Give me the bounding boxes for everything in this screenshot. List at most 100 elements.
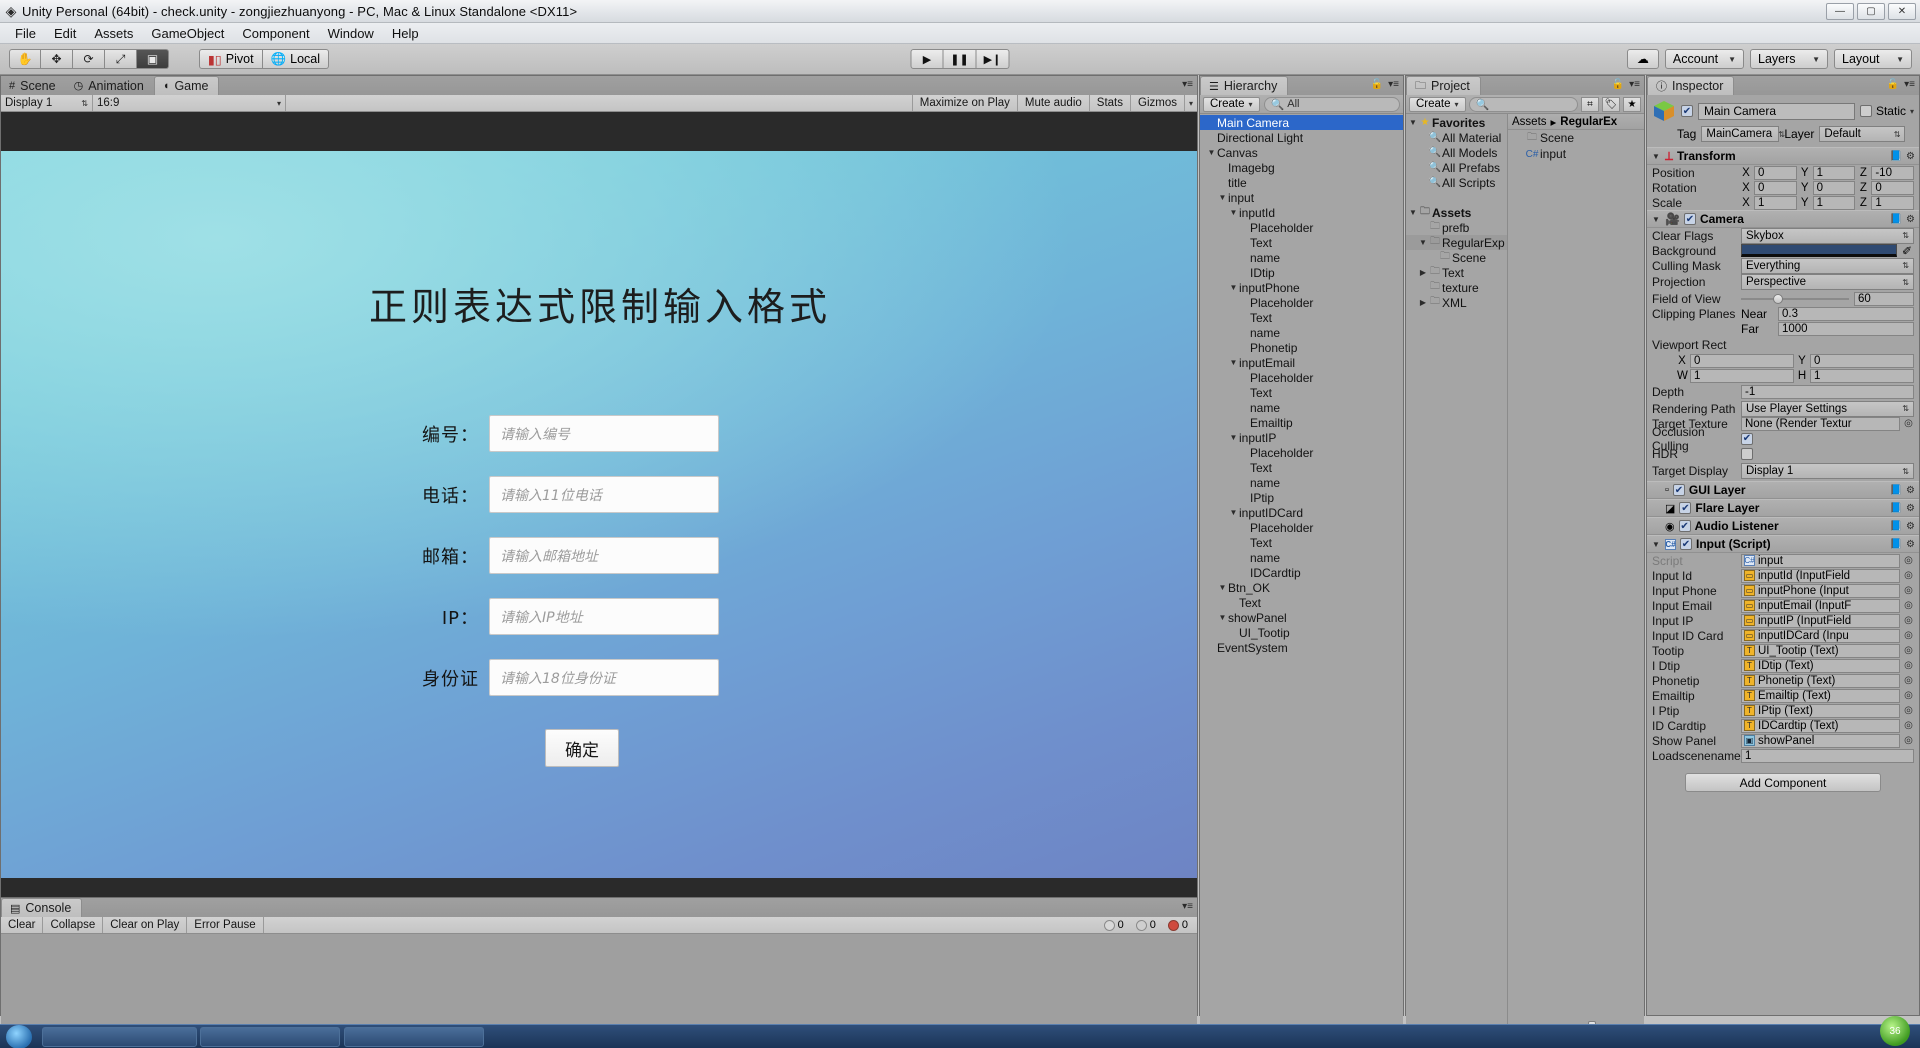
object-picker-icon[interactable]: ◎ <box>1903 418 1914 429</box>
panel-menu-icon[interactable]: ▾≡ <box>1904 79 1915 90</box>
project-tree-item[interactable]: ▼ ★ Favorites <box>1406 115 1507 130</box>
transform-x-field[interactable]: 0 <box>1754 165 1797 180</box>
gear-icon[interactable]: ⚙ <box>1906 214 1915 225</box>
hierarchy-item[interactable]: Placeholder <box>1200 370 1403 385</box>
script-property-value[interactable]: ▭ inputId (InputField <box>1741 568 1900 583</box>
gear-icon[interactable]: ⚙ <box>1906 539 1915 550</box>
local-mode-button[interactable]: 🌐 Local <box>262 49 330 69</box>
hierarchy-tree[interactable]: Main Camera Directional Light ▼ Canvas Image… <box>1200 114 1403 1034</box>
transform-x-field[interactable]: 0 <box>1754 180 1797 195</box>
component-header-actions[interactable]: 📘 ⚙ <box>1890 214 1915 225</box>
hierarchy-item[interactable]: Text <box>1200 235 1403 250</box>
hierarchy-item[interactable]: Placeholder <box>1200 220 1403 235</box>
transform-y-field[interactable]: 1 <box>1812 195 1856 210</box>
clear-flags-dropdown[interactable]: Skybox ⇅ <box>1741 227 1914 244</box>
occlusion-culling-checkbox[interactable]: ✔ <box>1741 432 1753 445</box>
component-header-actions[interactable]: 📘 ⚙ <box>1890 503 1915 514</box>
tab-game[interactable]: ◖ Game <box>153 76 220 95</box>
hierarchy-item[interactable]: Emailtip <box>1200 415 1403 430</box>
viewport-w-field[interactable]: 1 <box>1690 368 1794 383</box>
foldout-arrow-icon[interactable]: ▼ <box>1228 508 1239 517</box>
foldout-arrow-icon[interactable]: ▼ <box>1228 358 1239 367</box>
camera-enabled-checkbox[interactable]: ✔ <box>1683 213 1696 225</box>
project-tree-item[interactable]: 🔍 All Models <box>1406 145 1507 160</box>
component-header-actions[interactable]: 📘 ⚙ <box>1890 151 1915 162</box>
viewport-y-field[interactable]: 0 <box>1810 353 1914 368</box>
hierarchy-item[interactable]: ▼ inputIP <box>1200 430 1403 445</box>
foldout-arrow-icon[interactable]: ▼ <box>1206 148 1217 157</box>
hierarchy-item[interactable]: ▼ Btn_OK <box>1200 580 1403 595</box>
gear-icon[interactable]: ⚙ <box>1906 151 1915 162</box>
hierarchy-item[interactable]: UI_Tootip <box>1200 625 1403 640</box>
hierarchy-item[interactable]: Placeholder <box>1200 445 1403 460</box>
script-property-value[interactable]: ▣ showPanel <box>1741 733 1900 748</box>
object-picker-icon[interactable]: ◎ <box>1903 675 1914 686</box>
display-dropdown[interactable]: Display 1 ⇅ <box>1 95 93 111</box>
hierarchy-item[interactable]: ▼ inputIDCard <box>1200 505 1403 520</box>
fov-slider-knob[interactable] <box>1773 293 1784 304</box>
object-enabled-checkbox[interactable]: ✔ <box>1681 105 1693 117</box>
help-icon[interactable]: 📘 <box>1890 521 1902 532</box>
cloud-button[interactable]: ☁ <box>1626 49 1659 69</box>
foldout-arrow-icon[interactable]: ▼ <box>1418 238 1428 247</box>
play-button[interactable]: ▶ <box>910 49 944 69</box>
menu-item-window[interactable]: Window <box>319 24 383 43</box>
project-tree-item[interactable]: ▼ 🗀 Assets <box>1406 205 1507 220</box>
chevron-down-icon[interactable]: ▾ <box>1910 107 1914 116</box>
component-enabled-checkbox[interactable]: ✔ <box>1672 484 1685 496</box>
script-property-value[interactable]: T Emailtip (Text) <box>1741 688 1900 703</box>
game-panel-menu[interactable]: ▾≡ <box>1182 79 1193 90</box>
project-create-button[interactable]: Create ▾ <box>1409 96 1466 112</box>
tag-dropdown[interactable]: MainCamera ⇅ <box>1701 126 1785 142</box>
project-tree-item[interactable]: ▶ 🗀 XML <box>1406 295 1507 310</box>
foldout-arrow-icon[interactable]: ▼ <box>1408 208 1418 217</box>
error-count[interactable]: 0 <box>1163 919 1193 931</box>
project-tree-item[interactable]: ▼ 🗀 RegularExp <box>1406 235 1507 250</box>
hierarchy-item[interactable]: Directional Light <box>1200 130 1403 145</box>
foldout-arrow-icon[interactable]: ▼ <box>1228 208 1239 217</box>
hierarchy-item[interactable]: Text <box>1200 385 1403 400</box>
depth-value-field[interactable]: -1 <box>1741 385 1914 399</box>
aspect-dropdown[interactable]: 16:9 ▾ <box>93 95 286 111</box>
help-icon[interactable]: 📘 <box>1890 214 1902 225</box>
hierarchy-item[interactable]: Text <box>1200 595 1403 610</box>
project-panel-menu[interactable]: 🔓 ▾≡ <box>1612 79 1640 90</box>
transform-z-field[interactable]: -10 <box>1871 165 1915 180</box>
tab-scene[interactable]: # Scene <box>1 76 66 95</box>
foldout-arrow-icon[interactable]: ▼ <box>1217 193 1228 202</box>
layer-dropdown[interactable]: Default ⇅ <box>1819 126 1906 142</box>
foldout-arrow-icon[interactable]: ▼ <box>1651 215 1661 224</box>
transform-x-field[interactable]: 1 <box>1754 195 1797 210</box>
hierarchy-item[interactable]: title <box>1200 175 1403 190</box>
fov-slider[interactable]: 60 <box>1741 291 1914 306</box>
script-property-value[interactable]: T IDtip (Text) <box>1741 658 1900 673</box>
script-property-value[interactable]: ▭ inputPhone (Input <box>1741 583 1900 598</box>
script-enabled-checkbox[interactable]: ✔ <box>1680 538 1692 550</box>
maximize-on-play-button[interactable]: Maximize on Play <box>911 95 1017 111</box>
project-search-input[interactable]: 🔍 <box>1468 96 1578 112</box>
close-button[interactable]: ✕ <box>1888 3 1916 20</box>
hierarchy-item[interactable]: Placeholder <box>1200 520 1403 535</box>
script-property-value[interactable]: T IPtip (Text) <box>1741 703 1900 718</box>
hierarchy-item[interactable]: ▼ inputEmail <box>1200 355 1403 370</box>
component-header-actions[interactable]: 📘 ⚙ <box>1890 539 1915 550</box>
panel-menu-icon[interactable]: ▾≡ <box>1182 901 1193 912</box>
transform-y-field[interactable]: 1 <box>1812 165 1856 180</box>
target-texture-field[interactable]: None (Render Textur <box>1741 416 1900 431</box>
pivot-mode-button[interactable]: ▮▯ Pivot <box>199 49 263 69</box>
mute-audio-button[interactable]: Mute audio <box>1016 95 1089 111</box>
script-property-value[interactable]: T Phonetip (Text) <box>1741 673 1900 688</box>
tab-console[interactable]: ▤ Console <box>1 898 83 917</box>
component-header-camera[interactable]: ▼ 🎥 ✔ Camera 📘 ⚙ <box>1647 210 1919 228</box>
filter-by-type-icon[interactable]: ⌗ <box>1581 96 1599 112</box>
pause-button[interactable]: ❚❚ <box>943 49 977 69</box>
viewport-h-field[interactable]: 1 <box>1810 368 1914 383</box>
tab-inspector[interactable]: ⓘ Inspector <box>1647 76 1735 95</box>
transform-y-field[interactable]: 0 <box>1812 180 1856 195</box>
object-picker-icon[interactable]: ◎ <box>1903 645 1914 656</box>
script-property-value[interactable]: T UI_Tootip (Text) <box>1741 643 1900 658</box>
help-icon[interactable]: 📘 <box>1890 503 1902 514</box>
viewport-x-field[interactable]: 0 <box>1690 353 1794 368</box>
taskbar-item-2[interactable] <box>200 1027 340 1047</box>
rendering-path-dropdown[interactable]: Use Player Settings ⇅ <box>1741 400 1914 417</box>
